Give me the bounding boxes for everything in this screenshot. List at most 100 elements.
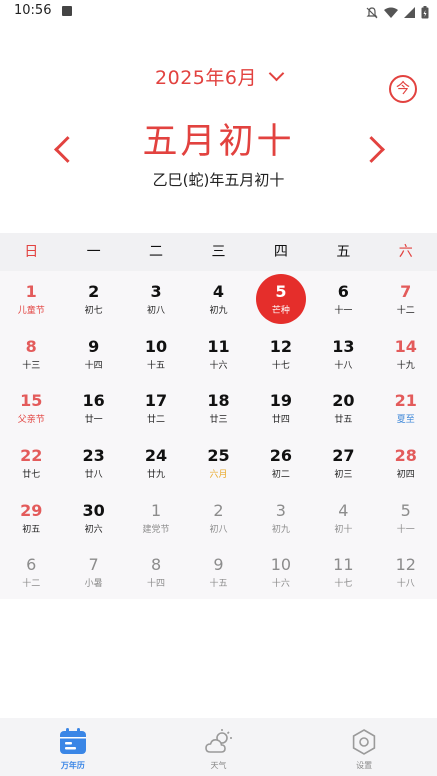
day-number: 20 bbox=[332, 391, 355, 411]
day-lunar: 初七 bbox=[84, 306, 103, 316]
day-cell[interactable]: 28 初四 bbox=[375, 435, 437, 490]
day-number: 5 bbox=[400, 500, 411, 520]
day-cell[interactable]: 21 夏至 bbox=[375, 380, 437, 435]
nav-label-calendar: 万年历 bbox=[60, 761, 85, 770]
day-cell[interactable]: 10 十五 bbox=[125, 326, 187, 381]
day-lunar: 初六 bbox=[84, 524, 103, 535]
day-number: 2 bbox=[213, 500, 224, 520]
day-cell[interactable]: 13 十八 bbox=[312, 326, 374, 381]
day-number: 4 bbox=[338, 500, 349, 520]
day-cell[interactable]: 27 初三 bbox=[312, 435, 374, 490]
day-cell[interactable]: 4 初十 bbox=[312, 490, 374, 545]
day-cell[interactable]: 26 初二 bbox=[250, 435, 312, 490]
nav-item-weather[interactable]: 天气 bbox=[146, 718, 292, 776]
day-cell[interactable]: 24 廿九 bbox=[125, 435, 187, 490]
day-lunar: 十三 bbox=[22, 360, 41, 371]
day-lunar: 廿七 bbox=[22, 469, 41, 480]
day-number: 11 bbox=[207, 336, 230, 356]
day-lunar: 初四 bbox=[396, 469, 415, 480]
day-number: 17 bbox=[144, 391, 168, 411]
weekday-thu: 四 bbox=[273, 244, 288, 260]
day-cell[interactable]: 3 初九 bbox=[250, 490, 312, 545]
selected-day-cell[interactable]: 5 芒种 bbox=[250, 271, 312, 326]
day-lunar: 十六 bbox=[209, 360, 228, 371]
day-lunar: 十一 bbox=[396, 524, 415, 535]
day-cell[interactable]: 23 廿八 bbox=[62, 435, 124, 490]
day-number: 28 bbox=[394, 445, 417, 465]
day-lunar: 廿三 bbox=[209, 415, 228, 426]
day-cell[interactable]: 17 廿二 bbox=[125, 380, 187, 435]
month-selector[interactable]: 2025年6月 bbox=[0, 63, 437, 90]
day-lunar: 十九 bbox=[396, 360, 415, 371]
day-cell[interactable]: 12 十八 bbox=[375, 544, 437, 599]
day-cell[interactable]: 8 十三 bbox=[0, 326, 62, 381]
nav-label-weather: 天气 bbox=[210, 761, 227, 770]
day-cell[interactable]: 9 十五 bbox=[187, 544, 249, 599]
day-number: 5 bbox=[275, 282, 287, 301]
day-number: 6 bbox=[337, 282, 349, 301]
today-button[interactable]: 今 bbox=[389, 75, 417, 103]
day-cell[interactable]: 29 初五 bbox=[0, 490, 62, 545]
day-cell[interactable]: 12 十七 bbox=[250, 326, 312, 381]
day-lunar: 父亲节 bbox=[17, 415, 45, 426]
wifi-icon bbox=[384, 4, 398, 23]
day-cell[interactable]: 4 初九 bbox=[187, 271, 249, 326]
day-cell[interactable]: 14 十九 bbox=[375, 326, 437, 381]
day-cell[interactable]: 10 十六 bbox=[250, 544, 312, 599]
day-cell[interactable]: 3 初八 bbox=[125, 271, 187, 326]
day-cell[interactable]: 1 建党节 bbox=[125, 490, 187, 545]
day-lunar: 十八 bbox=[334, 360, 353, 371]
day-cell[interactable]: 6 十一 bbox=[312, 271, 374, 326]
day-cell[interactable]: 2 初七 bbox=[62, 271, 124, 326]
calendar-icon bbox=[59, 728, 87, 760]
day-number: 2 bbox=[88, 282, 100, 301]
month-label: 2025年6月 bbox=[155, 67, 257, 89]
day-number: 30 bbox=[82, 500, 105, 520]
day-number: 6 bbox=[26, 555, 37, 575]
battery-icon bbox=[421, 4, 429, 23]
day-lunar: 建党节 bbox=[142, 524, 170, 535]
status-time: 10:56 bbox=[14, 3, 52, 18]
day-cell[interactable]: 25 六月 bbox=[187, 435, 249, 490]
day-lunar: 十四 bbox=[84, 360, 103, 371]
day-cell[interactable]: 9 十四 bbox=[62, 326, 124, 381]
day-cell[interactable]: 5 十一 bbox=[375, 490, 437, 545]
day-cell[interactable]: 15 父亲节 bbox=[0, 380, 62, 435]
day-cell[interactable]: 11 十七 bbox=[312, 544, 374, 599]
day-number: 1 bbox=[150, 500, 162, 520]
day-cell[interactable]: 16 廿一 bbox=[62, 380, 124, 435]
day-number: 8 bbox=[25, 336, 37, 356]
day-lunar: 廿五 bbox=[334, 415, 353, 426]
day-number: 11 bbox=[333, 555, 354, 575]
day-cell[interactable]: 7 十二 bbox=[375, 271, 437, 326]
day-number: 23 bbox=[82, 445, 105, 465]
day-cell[interactable]: 22 廿七 bbox=[0, 435, 62, 490]
day-cell[interactable]: 2 初八 bbox=[187, 490, 249, 545]
day-lunar: 六月 bbox=[209, 469, 228, 480]
day-cell[interactable]: 11 十六 bbox=[187, 326, 249, 381]
day-lunar: 十六 bbox=[271, 579, 290, 590]
day-cell[interactable]: 20 廿五 bbox=[312, 380, 374, 435]
day-cell[interactable]: 8 十四 bbox=[125, 544, 187, 599]
day-lunar: 十五 bbox=[147, 360, 166, 371]
day-cell[interactable]: 6 十二 bbox=[0, 544, 62, 599]
notification-app-icon bbox=[62, 6, 72, 16]
nav-item-calendar[interactable]: 万年历 bbox=[0, 718, 146, 776]
day-cell[interactable]: 7 小暑 bbox=[62, 544, 124, 599]
day-number: 25 bbox=[207, 445, 230, 465]
day-cell[interactable]: 18 廿三 bbox=[187, 380, 249, 435]
day-number: 14 bbox=[394, 336, 417, 356]
ganzhi-date: 乙巳(蛇)年五月初十 bbox=[152, 171, 285, 189]
status-bar: 10:56 bbox=[0, 0, 437, 24]
day-number: 8 bbox=[150, 555, 162, 575]
day-lunar: 初九 bbox=[271, 524, 290, 535]
day-lunar: 廿九 bbox=[147, 469, 166, 480]
day-cell[interactable]: 30 初六 bbox=[62, 490, 124, 545]
day-lunar: 初九 bbox=[209, 306, 228, 316]
day-lunar: 廿四 bbox=[271, 415, 290, 426]
day-cell[interactable]: 1 儿童节 bbox=[0, 271, 62, 326]
nav-item-settings[interactable]: 设置 bbox=[291, 718, 437, 776]
day-number: 21 bbox=[394, 391, 417, 411]
weekday-header: 日 一 二 三 四 五 六 bbox=[0, 233, 437, 271]
day-cell[interactable]: 19 廿四 bbox=[250, 380, 312, 435]
